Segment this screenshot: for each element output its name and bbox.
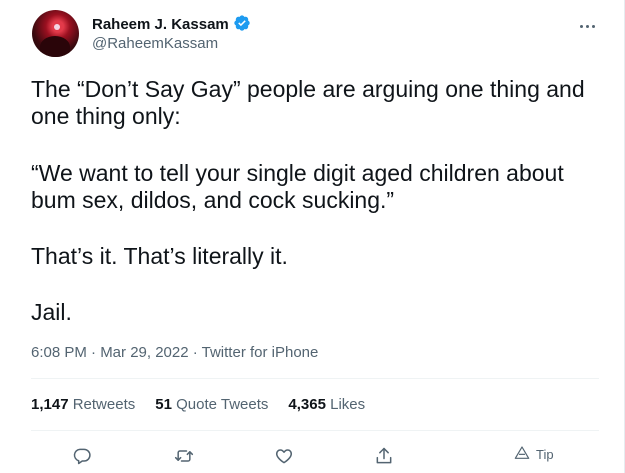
divider — [31, 378, 599, 379]
retweets-label: Retweets — [72, 396, 136, 413]
share-icon[interactable] — [372, 444, 396, 468]
engagement-stats: 1,147 Retweets 51 Quote Tweets 4,365 Lik… — [31, 395, 365, 415]
retweets-stat[interactable]: 1,147 Retweets — [31, 395, 135, 415]
tip-button[interactable]: Tip — [514, 445, 554, 464]
tip-label: Tip — [536, 447, 554, 462]
likes-label: Likes — [330, 396, 366, 413]
divider — [31, 430, 599, 431]
avatar[interactable] — [32, 10, 79, 57]
likes-count: 4,365 — [288, 396, 326, 413]
tweet-paragraph: That’s it. That’s literally it. — [31, 243, 288, 269]
likes-stat[interactable]: 4,365 Likes — [288, 395, 365, 415]
avatar-light — [54, 24, 60, 30]
quotes-label: Quote Tweets — [176, 396, 269, 413]
tweet-card: Raheem J. Kassam @RaheemKassam The “Don’… — [0, 0, 625, 473]
avatar-silhouette — [40, 36, 70, 57]
author-handle[interactable]: @RaheemKassam — [92, 34, 218, 54]
retweet-icon[interactable] — [172, 444, 196, 468]
tweet-paragraph: The “Don’t Say Gay” people are arguing o… — [31, 76, 585, 129]
reply-icon[interactable] — [70, 444, 94, 468]
verified-badge-icon — [233, 14, 251, 38]
like-icon[interactable] — [272, 444, 296, 468]
tweet-paragraph: Jail. — [31, 299, 72, 325]
quote-tweets-stat[interactable]: 51 Quote Tweets — [155, 395, 268, 415]
retweets-count: 1,147 — [31, 396, 69, 413]
tweet-paragraph: “We want to tell your single digit aged … — [31, 160, 564, 213]
author-name[interactable]: Raheem J. Kassam — [92, 16, 229, 33]
tweet-timestamp[interactable]: 6:08 PM · Mar 29, 2022 · Twitter for iPh… — [31, 343, 318, 363]
more-options-icon[interactable] — [571, 18, 603, 34]
quotes-count: 51 — [155, 396, 172, 413]
tip-icon — [514, 445, 530, 464]
